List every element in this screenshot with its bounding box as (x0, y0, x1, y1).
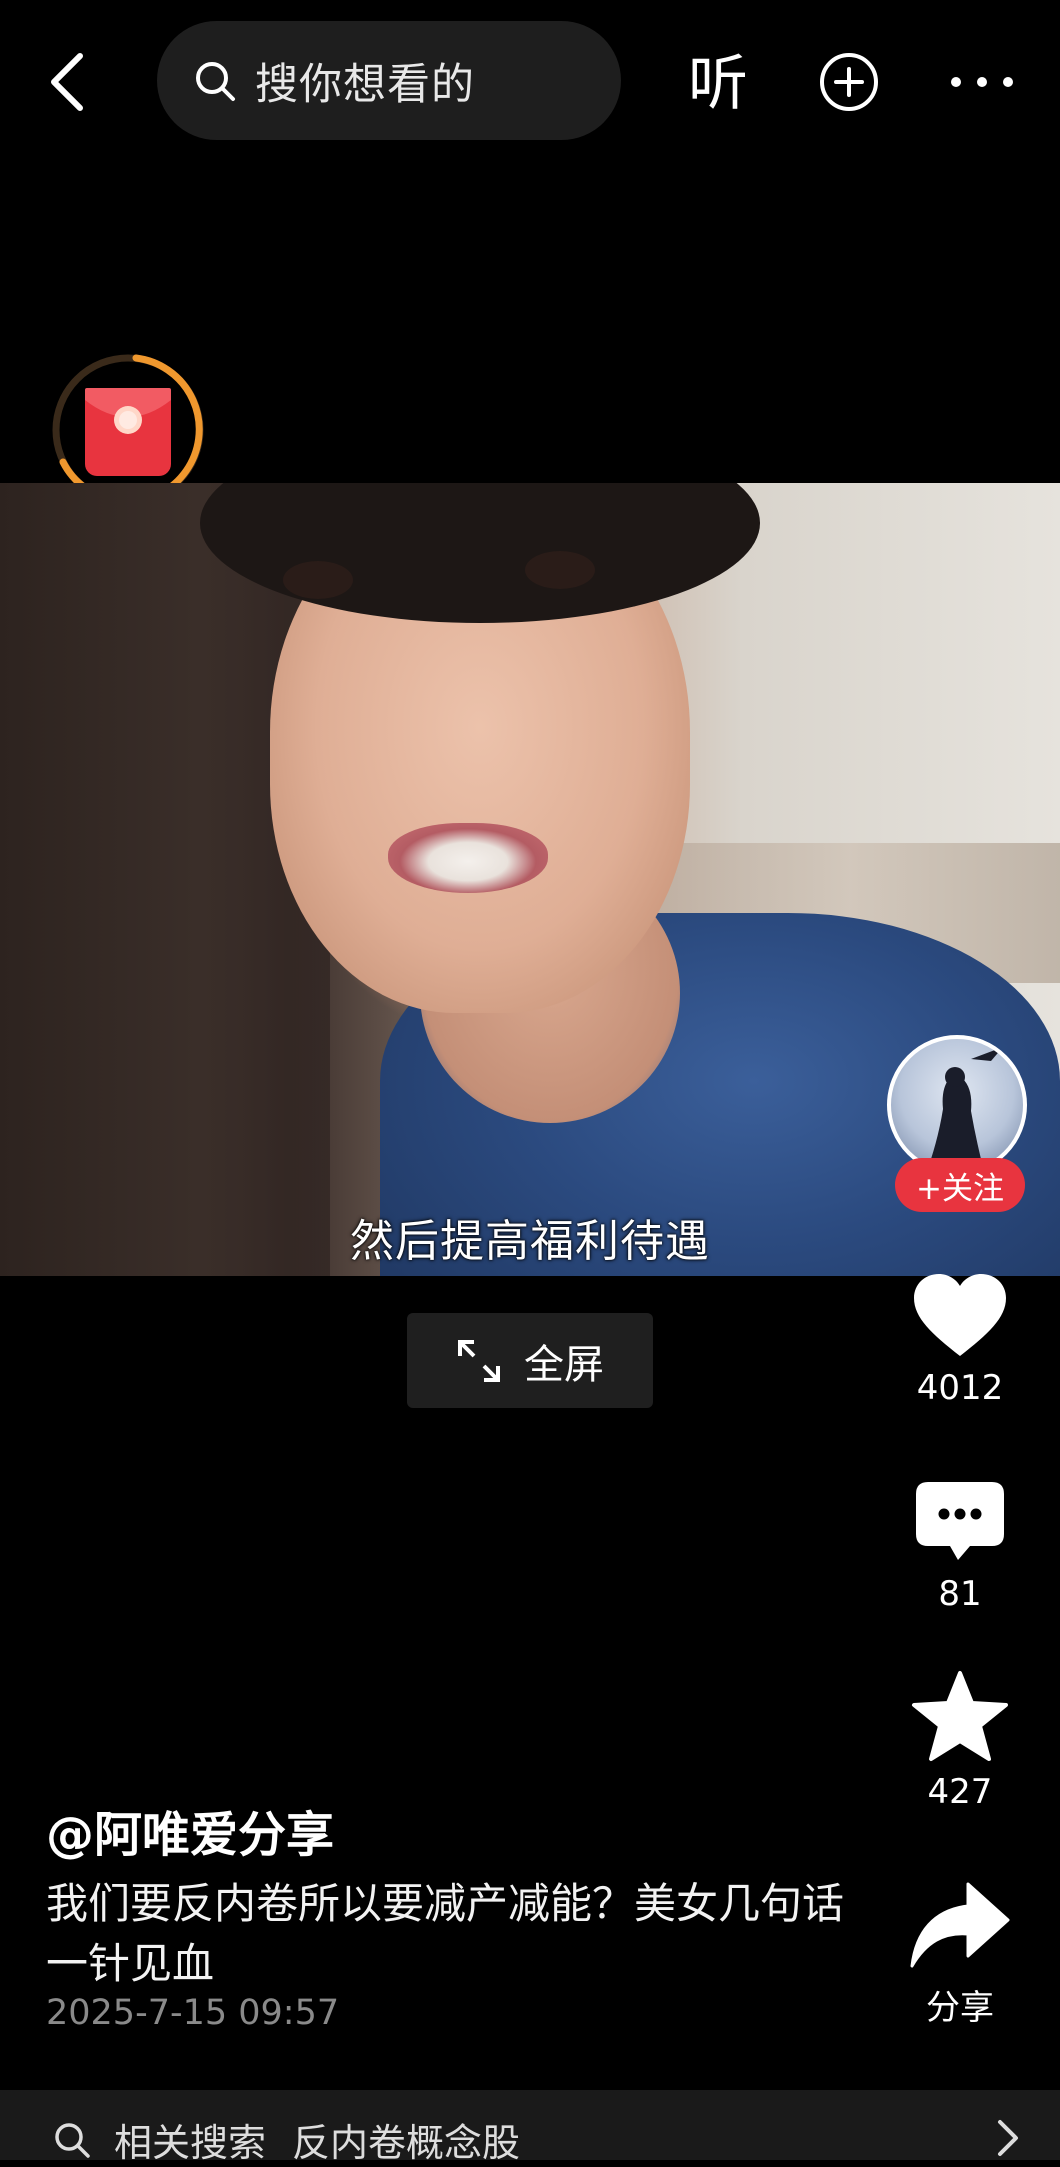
chevron-right-icon (998, 2120, 1018, 2156)
add-button[interactable] (818, 51, 880, 113)
post-date: 2025-7-15 09:57 (46, 1993, 340, 2033)
star-icon (912, 1671, 1008, 1761)
video-hair-shadow (0, 483, 330, 1276)
related-search-query: 反内卷概念股 (292, 2121, 521, 2165)
expand-icon (458, 1339, 500, 1382)
video-eye-right (525, 551, 595, 589)
author-name[interactable]: @阿唯爱分享 (46, 1795, 334, 1865)
more-button[interactable] (948, 72, 1016, 92)
listen-button[interactable]: 听 (688, 50, 748, 118)
add-circle-icon (820, 53, 878, 111)
favorite-count: 427 (927, 1772, 993, 1812)
video-description: 我们要反内卷所以要减产减能？美女几句话一针见血 (46, 1879, 845, 1988)
heart-icon (914, 1274, 1006, 1356)
like-count: 4012 (916, 1368, 1004, 1408)
video-subtitle: 然后提高福利待遇 (350, 1216, 710, 1267)
related-search-prefix: 相关搜索 (114, 2121, 267, 2165)
more-dots-icon (951, 77, 1013, 87)
search-icon (55, 2123, 90, 2158)
back-button[interactable] (44, 50, 92, 114)
follow-button[interactable]: +关注 (895, 1158, 1025, 1212)
favorite-button[interactable]: 427 (900, 1670, 1020, 1812)
comment-button[interactable]: 81 (900, 1480, 1020, 1614)
back-arrow-icon (51, 53, 83, 111)
search-placeholder: 搜你想看的 (255, 59, 475, 110)
comment-count: 81 (938, 1574, 982, 1614)
search-icon (196, 61, 235, 101)
fullscreen-label: 全屏 (524, 1341, 604, 1388)
share-label: 分享 (926, 1988, 994, 2028)
comment-icon (916, 1482, 1004, 1560)
video-eye-left (283, 561, 353, 599)
search-input[interactable]: 搜你想看的 (157, 21, 621, 140)
related-search-bar[interactable]: 相关搜索 反内卷概念股 (0, 2090, 1060, 2165)
author-avatar[interactable] (887, 1035, 1027, 1175)
share-button[interactable]: 分享 (900, 1880, 1020, 2029)
share-arrow-icon (910, 1882, 1010, 1968)
fullscreen-button[interactable]: 全屏 (407, 1313, 653, 1408)
avatar-figure-icon (931, 1047, 1003, 1159)
video-player[interactable]: 然后提高福利待遇 (0, 483, 1060, 1276)
video-mouth (388, 823, 548, 893)
like-button[interactable]: 4012 (900, 1272, 1020, 1408)
